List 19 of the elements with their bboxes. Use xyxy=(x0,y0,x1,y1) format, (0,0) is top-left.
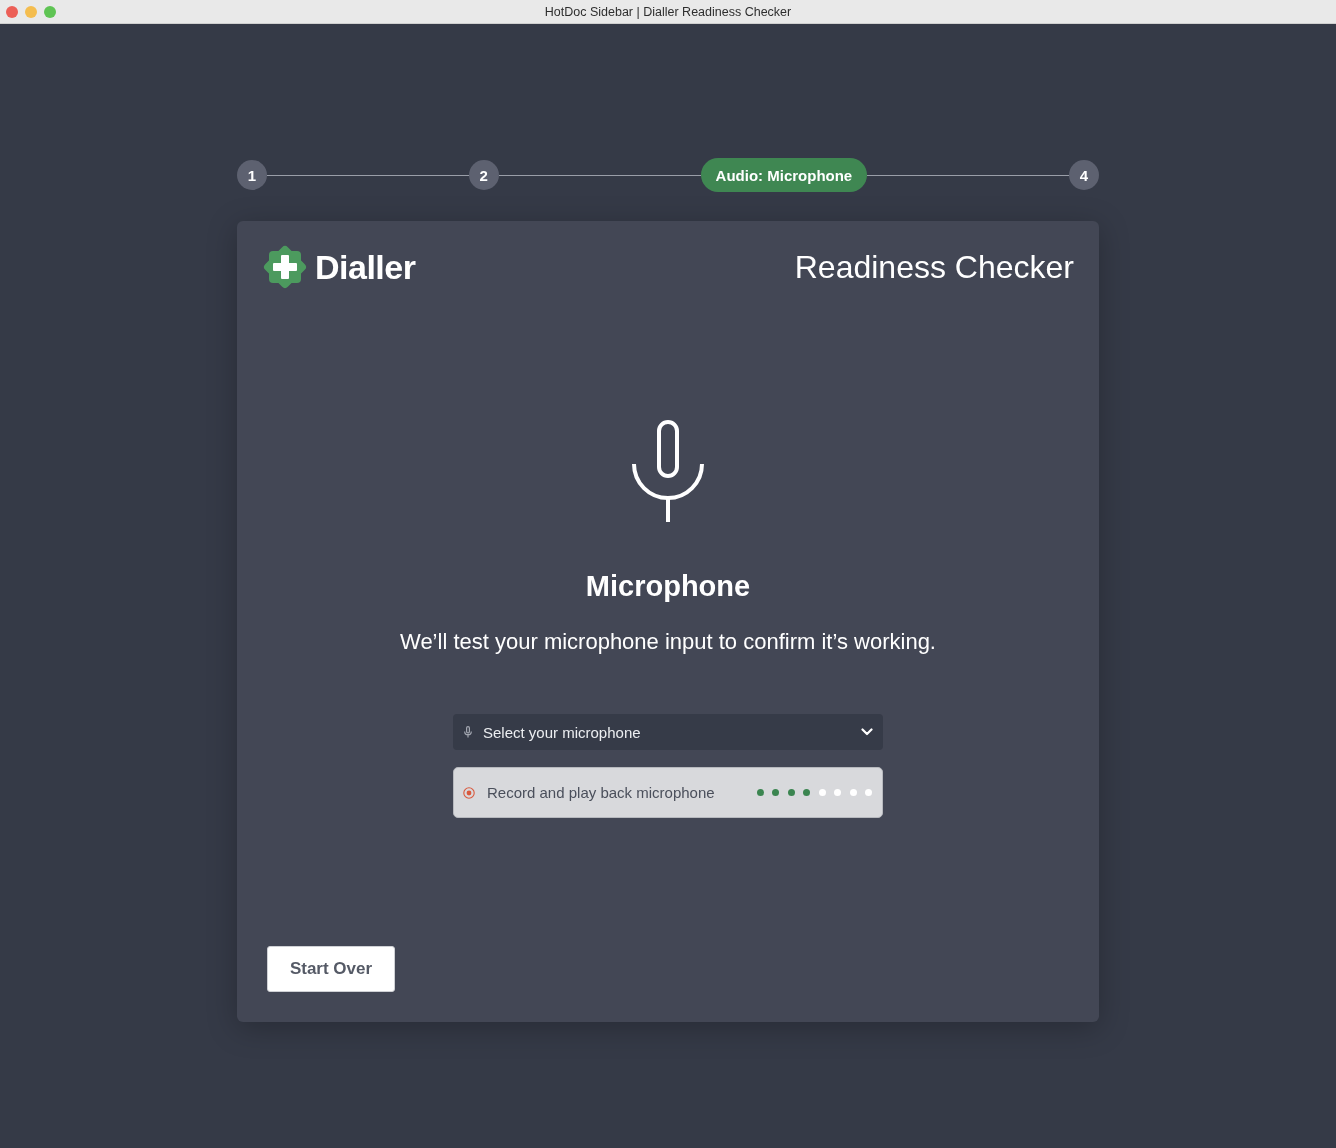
window-title: HotDoc Sidebar | Dialler Readiness Checker xyxy=(544,4,792,19)
microphone-icon xyxy=(464,726,472,738)
microphone-select[interactable]: Select your microphone xyxy=(453,714,883,750)
progress-step: 1 xyxy=(237,160,267,190)
microphone-icon xyxy=(630,418,706,524)
maximize-icon[interactable] xyxy=(44,6,56,18)
section-description: We’ll test your microphone input to confirm it’s working. xyxy=(400,628,936,656)
record-playback-button[interactable]: Record and play back microphone xyxy=(453,767,883,818)
minimize-icon[interactable] xyxy=(25,6,37,18)
progress-step: 4 xyxy=(1069,160,1099,190)
chevron-down-icon xyxy=(861,728,873,736)
progress-step: 2 xyxy=(468,160,499,190)
section-heading: Microphone xyxy=(585,569,751,604)
start-over-button[interactable]: Start Over xyxy=(267,946,395,992)
progress-step: Audio: Microphone xyxy=(700,158,868,192)
page-title: Readiness Checker xyxy=(794,248,1074,286)
close-icon[interactable] xyxy=(6,6,18,18)
record-icon xyxy=(463,786,475,799)
brand-name: Dialler xyxy=(315,247,416,287)
